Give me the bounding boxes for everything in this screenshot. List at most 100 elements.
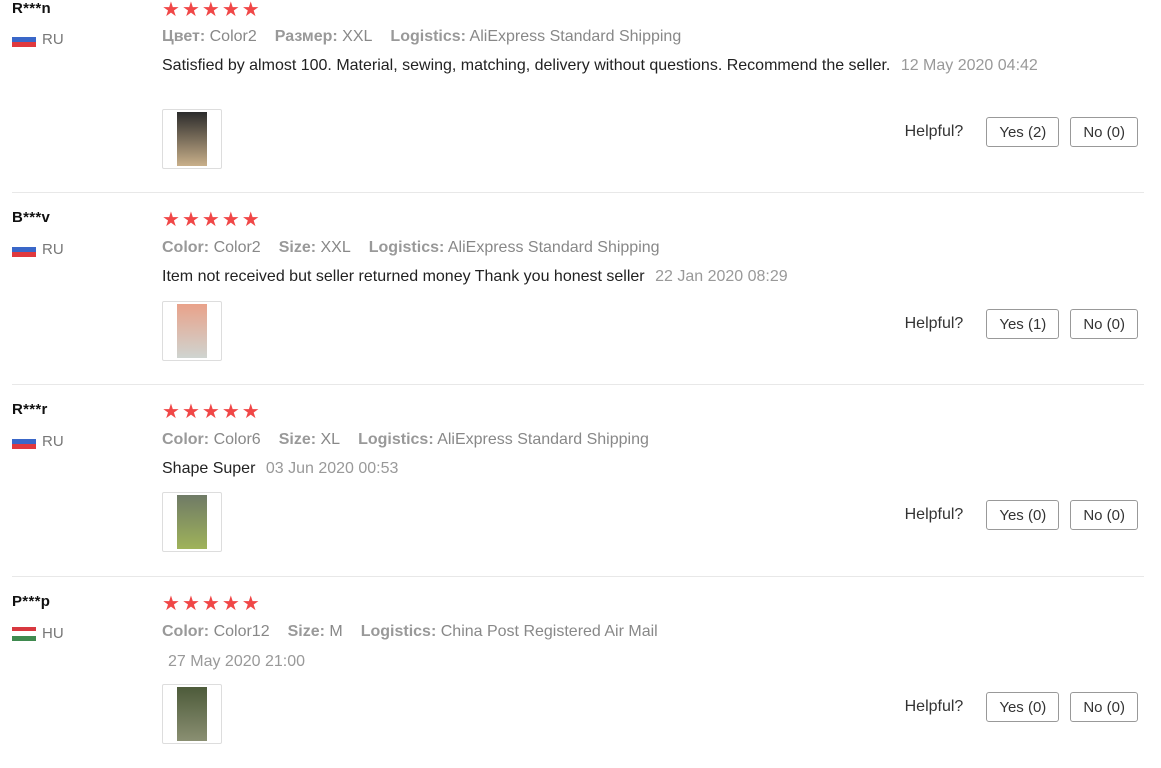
attribute-value: China Post Registered Air Mail <box>440 623 658 640</box>
reviewer-country: RU <box>12 241 64 258</box>
attribute-value: Color2 <box>213 239 261 256</box>
russia-flag-icon <box>12 242 36 257</box>
reviewer-country: HU <box>12 625 64 642</box>
attribute-item: Logistics: China Post Registered Air Mai… <box>361 623 658 640</box>
helpful-yes-button[interactable]: Yes (0) <box>986 500 1060 530</box>
star-icon: ★ <box>181 401 201 423</box>
review-body: Shape Super <box>162 460 256 477</box>
attribute-item: Logistics: AliExpress Standard Shipping <box>369 239 660 256</box>
star-icon: ★ <box>181 593 201 615</box>
star-icon: ★ <box>241 0 261 21</box>
review-photo-thumbnail[interactable] <box>162 684 222 744</box>
attribute-value: Color12 <box>213 623 270 640</box>
star-icon: ★ <box>181 0 201 21</box>
star-rating: ★★★★★ <box>162 0 262 20</box>
country-code: RU <box>42 241 64 258</box>
attribute-value: XL <box>320 431 341 448</box>
helpful-controls: Helpful? Yes (0) No (0) <box>905 692 1138 722</box>
star-icon: ★ <box>181 209 201 231</box>
attribute-item: Размер: XXL <box>275 28 373 45</box>
helpful-controls: Helpful? Yes (2) No (0) <box>905 117 1138 147</box>
review-body: Item not received but seller returned mo… <box>162 268 645 285</box>
review-text: Item not received but seller returned mo… <box>162 267 1042 287</box>
review-photo <box>177 112 207 166</box>
review-attributes: Цвет: Color2 Размер: XXL Logistics: AliExp… <box>162 28 699 46</box>
attribute-key: Logistics: <box>390 28 466 45</box>
attribute-value: Color6 <box>213 431 261 448</box>
review-attributes: Color: Color2 Size: XXL Logistics: AliExpr… <box>162 239 678 257</box>
review-text: Shape Super 03 Jun 2020 00:53 <box>162 459 1042 479</box>
star-icon: ★ <box>201 209 221 231</box>
star-rating: ★★★★★ <box>162 594 262 614</box>
helpful-label: Helpful? <box>904 698 964 715</box>
attribute-key: Size: <box>278 431 317 448</box>
review-photo-thumbnail[interactable] <box>162 301 222 361</box>
attribute-item: Цвет: Color2 <box>162 28 257 45</box>
helpful-yes-button[interactable]: Yes (1) <box>986 309 1060 339</box>
helpful-controls: Helpful? Yes (0) No (0) <box>905 500 1138 530</box>
star-icon: ★ <box>221 401 241 423</box>
attribute-item: Size: XXL <box>279 239 351 256</box>
country-code: RU <box>42 31 64 48</box>
helpful-yes-button[interactable]: Yes (2) <box>986 117 1060 147</box>
helpful-no-button[interactable]: No (0) <box>1070 309 1138 339</box>
helpful-label: Helpful? <box>904 123 964 140</box>
attribute-value: Color2 <box>209 28 257 45</box>
review-photo-thumbnail[interactable] <box>162 492 222 552</box>
attribute-key: Logistics: <box>358 431 434 448</box>
review-list: R***n RU ★★★★★ Цвет: Color2 Размер: XXL Lo… <box>0 0 1161 768</box>
hungary-flag-icon <box>12 626 36 641</box>
review-attributes: Color: Color12 Size: M Logistics: China Po… <box>162 623 676 641</box>
helpful-no-button[interactable]: No (0) <box>1070 117 1138 147</box>
star-icon: ★ <box>241 401 261 423</box>
star-rating: ★★★★★ <box>162 210 262 230</box>
reviewer-name: R***n <box>12 0 52 17</box>
review-text: 27 May 2020 21:00 <box>162 652 1042 672</box>
russia-flag-icon <box>12 32 36 47</box>
reviewer-name: B***v <box>12 209 51 226</box>
attribute-item: Color: Color12 <box>162 623 270 640</box>
helpful-no-button[interactable]: No (0) <box>1070 692 1138 722</box>
helpful-yes-button[interactable]: Yes (0) <box>986 692 1060 722</box>
attribute-key: Size: <box>287 623 325 640</box>
review-photo-thumbnail[interactable] <box>162 109 222 169</box>
attribute-value: AliExpress Standard Shipping <box>469 28 682 45</box>
attribute-key: Logistics: <box>360 623 437 640</box>
review-photo <box>177 495 207 549</box>
attribute-value: AliExpress Standard Shipping <box>437 431 649 448</box>
attribute-value: AliExpress Standard Shipping <box>447 239 660 256</box>
attribute-key: Color: <box>162 239 210 256</box>
star-icon: ★ <box>162 209 181 231</box>
review-text: Satisfied by almost 100. Material, sewin… <box>162 56 1042 76</box>
helpful-controls: Helpful? Yes (1) No (0) <box>905 309 1138 339</box>
star-icon: ★ <box>241 593 261 615</box>
helpful-no-button[interactable]: No (0) <box>1070 500 1138 530</box>
review-date: 03 Jun 2020 00:53 <box>265 460 399 477</box>
review-photo <box>177 304 207 358</box>
star-icon: ★ <box>221 0 241 21</box>
reviewer-country: RU <box>12 31 64 48</box>
attribute-key: Logistics: <box>368 239 445 256</box>
attribute-key: Размер: <box>274 28 338 45</box>
country-code: HU <box>42 625 64 642</box>
star-icon: ★ <box>201 593 221 615</box>
review-date: 27 May 2020 21:00 <box>168 653 305 670</box>
star-icon: ★ <box>162 401 181 423</box>
review-date: 22 Jan 2020 08:29 <box>655 268 788 285</box>
russia-flag-icon <box>12 434 36 449</box>
helpful-label: Helpful? <box>904 506 964 523</box>
attribute-key: Size: <box>278 239 317 256</box>
attribute-value: XXL <box>342 28 373 45</box>
attribute-value: M <box>329 623 343 640</box>
review-body: Satisfied by almost 100. Material, sewin… <box>162 57 891 74</box>
helpful-label: Helpful? <box>904 315 964 332</box>
star-icon: ★ <box>201 0 221 21</box>
reviewer-country: RU <box>12 433 64 450</box>
reviewer-name: R***r <box>12 401 48 418</box>
attribute-key: Цвет: <box>162 28 206 45</box>
review-item: B***v RU ★★★★★ Color: Color2 Size: XXL Log… <box>12 193 1144 385</box>
reviewer-name: P***p <box>12 593 51 610</box>
star-rating: ★★★★★ <box>162 402 262 422</box>
country-code: RU <box>42 433 64 450</box>
star-icon: ★ <box>162 593 181 615</box>
